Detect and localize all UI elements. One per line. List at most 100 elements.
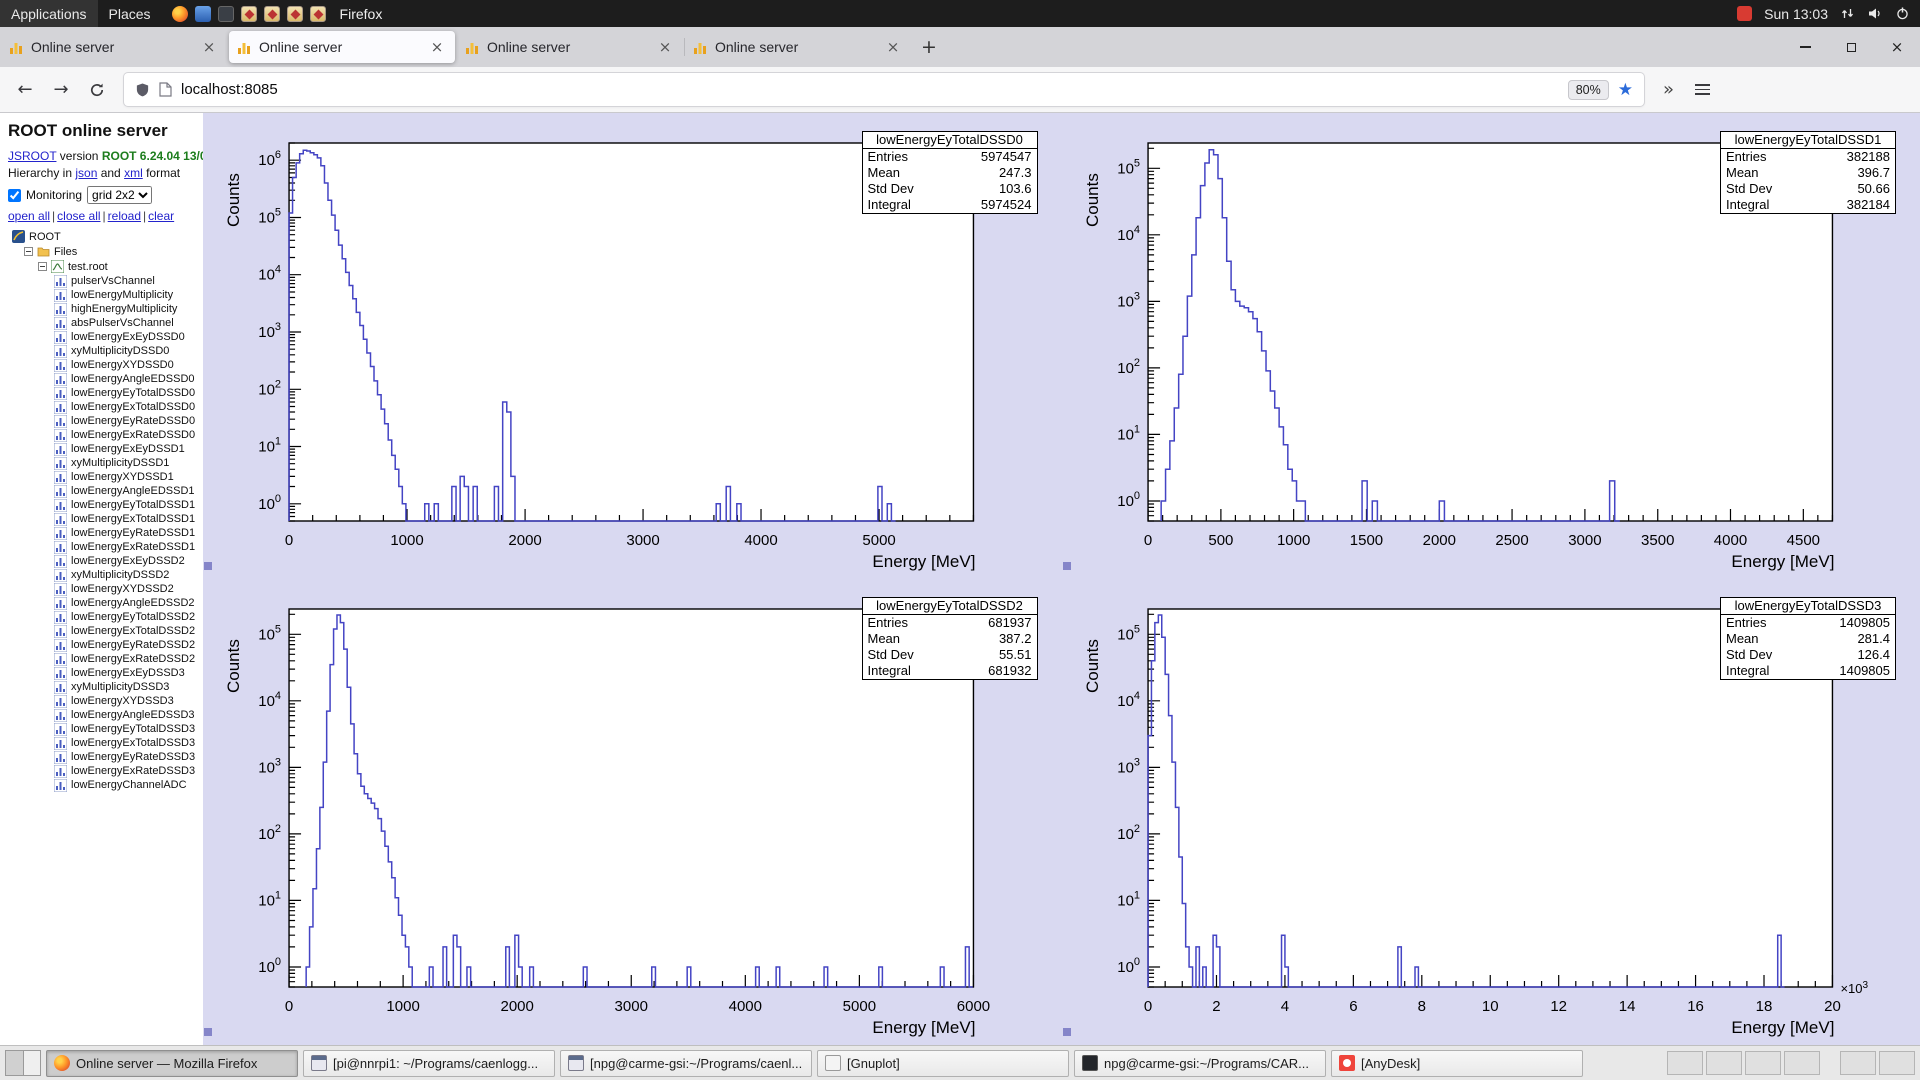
tree-node-file[interactable]: test.root bbox=[8, 259, 203, 274]
pad-resize-handle[interactable] bbox=[204, 1028, 212, 1036]
overflow-menu-button[interactable]: » bbox=[1654, 79, 1683, 100]
json-link[interactable]: json bbox=[75, 166, 97, 180]
network-icon[interactable] bbox=[1840, 6, 1855, 21]
clear-link[interactable]: clear bbox=[148, 209, 174, 223]
tree-item[interactable]: lowEnergyXYDSSD1 bbox=[8, 470, 203, 484]
close-all-link[interactable]: close all bbox=[57, 209, 100, 223]
tree-item[interactable]: lowEnergyEyRateDSSD1 bbox=[8, 526, 203, 540]
tree-item[interactable]: pulserVsChannel bbox=[8, 274, 203, 288]
tree-item[interactable]: lowEnergyChannelADC bbox=[8, 778, 203, 792]
pad-resize-handle[interactable] bbox=[204, 562, 212, 570]
places-menu[interactable]: Places bbox=[98, 0, 162, 27]
anydesk-indicator-icon[interactable] bbox=[1737, 6, 1753, 21]
new-tab-button[interactable]: + bbox=[912, 27, 946, 67]
grid-select[interactable]: grid 2x2 bbox=[87, 186, 153, 204]
tab-close-icon[interactable]: × bbox=[199, 37, 219, 57]
xml-link[interactable]: xml bbox=[124, 166, 143, 180]
tab-online-server-2[interactable]: Online server × bbox=[229, 31, 455, 63]
tree-item[interactable]: lowEnergyEyTotalDSSD0 bbox=[8, 386, 203, 400]
tab-close-icon[interactable]: × bbox=[655, 37, 675, 57]
power-icon[interactable] bbox=[1895, 6, 1910, 21]
tree-item[interactable]: lowEnergyMultiplicity bbox=[8, 288, 203, 302]
url-bar[interactable]: localhost:8085 80% ★ bbox=[124, 73, 1644, 106]
tree-item[interactable]: xyMultiplicityDSSD2 bbox=[8, 568, 203, 582]
hamburger-menu-button[interactable] bbox=[1685, 74, 1719, 106]
tray-slot[interactable] bbox=[1840, 1051, 1876, 1075]
shield-icon[interactable] bbox=[135, 82, 150, 98]
tray-slot[interactable] bbox=[1879, 1051, 1915, 1075]
workspace-switcher[interactable] bbox=[5, 1050, 41, 1076]
tree-item[interactable]: lowEnergyEyTotalDSSD2 bbox=[8, 610, 203, 624]
tree-item[interactable]: lowEnergyExTotalDSSD2 bbox=[8, 624, 203, 638]
tree-item[interactable]: lowEnergyExEyDSSD0 bbox=[8, 330, 203, 344]
tree-item[interactable]: lowEnergyXYDSSD2 bbox=[8, 582, 203, 596]
stats-box-2[interactable]: lowEnergyEyTotalDSSD2 Entries 681937 Mean… bbox=[861, 597, 1038, 680]
volume-icon[interactable] bbox=[1867, 6, 1883, 21]
stats-box-1[interactable]: lowEnergyEyTotalDSSD1 Entries 382188 Mean… bbox=[1720, 131, 1896, 214]
tree-item[interactable]: lowEnergyAngleEDSSD1 bbox=[8, 484, 203, 498]
tree-item[interactable]: lowEnergyEyRateDSSD2 bbox=[8, 638, 203, 652]
back-button[interactable]: ← bbox=[8, 74, 42, 106]
app-launcher-icon[interactable] bbox=[240, 5, 257, 22]
applications-menu[interactable]: Applications bbox=[0, 0, 98, 27]
terminal-launcher-icon[interactable] bbox=[217, 5, 234, 22]
tree-item[interactable]: lowEnergyExTotalDSSD3 bbox=[8, 736, 203, 750]
tree-node-files[interactable]: Files bbox=[8, 244, 203, 259]
tab-online-server-1[interactable]: Online server × bbox=[1, 31, 227, 63]
tab-close-icon[interactable]: × bbox=[883, 37, 903, 57]
reload-button[interactable] bbox=[80, 74, 114, 106]
app-launcher-icon[interactable] bbox=[263, 5, 280, 22]
tree-item[interactable]: lowEnergyAngleEDSSD2 bbox=[8, 596, 203, 610]
tree-item[interactable]: lowEnergyAngleEDSSD3 bbox=[8, 708, 203, 722]
forward-button[interactable]: → bbox=[44, 74, 78, 106]
tree-item[interactable]: xyMultiplicityDSSD3 bbox=[8, 680, 203, 694]
tree-item[interactable]: lowEnergyEyRateDSSD3 bbox=[8, 750, 203, 764]
taskbar-window-terminal-3[interactable]: npg@carme-gsi:~/Programs/CAR... bbox=[1074, 1049, 1326, 1077]
taskbar-window-terminal-1[interactable]: [pi@nnrpi1: ~/Programs/caenlogg... bbox=[303, 1049, 555, 1077]
tree-item[interactable]: lowEnergyEyRateDSSD0 bbox=[8, 414, 203, 428]
jsroot-link[interactable]: JSROOT bbox=[8, 149, 56, 163]
tree-item[interactable]: lowEnergyXYDSSD0 bbox=[8, 358, 203, 372]
tree-item[interactable]: lowEnergyXYDSSD3 bbox=[8, 694, 203, 708]
tree-item[interactable]: lowEnergyExRateDSSD3 bbox=[8, 764, 203, 778]
tray-slot[interactable] bbox=[1667, 1051, 1703, 1075]
tree-item[interactable]: lowEnergyExTotalDSSD0 bbox=[8, 400, 203, 414]
bookmark-star-icon[interactable]: ★ bbox=[1618, 80, 1633, 100]
minimize-button[interactable] bbox=[1782, 27, 1828, 67]
clock[interactable]: Sun 13:03 bbox=[1764, 6, 1828, 22]
tray-slot[interactable] bbox=[1706, 1051, 1742, 1075]
tree-node-root[interactable]: ROOT bbox=[8, 229, 203, 244]
tab-online-server-4[interactable]: Online server × bbox=[684, 31, 911, 63]
taskbar-window-firefox[interactable]: Online server — Mozilla Firefox bbox=[46, 1049, 298, 1077]
tree-item[interactable]: absPulserVsChannel bbox=[8, 316, 203, 330]
zoom-indicator[interactable]: 80% bbox=[1567, 79, 1609, 100]
tree-item[interactable]: lowEnergyExEyDSSD1 bbox=[8, 442, 203, 456]
tab-online-server-3[interactable]: Online server × bbox=[457, 31, 683, 63]
tray-slot[interactable] bbox=[1745, 1051, 1781, 1075]
tab-close-icon[interactable]: × bbox=[427, 37, 447, 57]
collapse-icon[interactable] bbox=[24, 247, 33, 256]
stats-box-3[interactable]: lowEnergyEyTotalDSSD3 Entries 1409805 Mea… bbox=[1720, 597, 1896, 680]
tray-slot[interactable] bbox=[1784, 1051, 1820, 1075]
firefox-launcher-icon[interactable] bbox=[171, 5, 188, 22]
tree-item[interactable]: lowEnergyExTotalDSSD1 bbox=[8, 512, 203, 526]
monitoring-checkbox[interactable] bbox=[8, 188, 21, 202]
tree-item[interactable]: xyMultiplicityDSSD0 bbox=[8, 344, 203, 358]
tree-item[interactable]: highEnergyMultiplicity bbox=[8, 302, 203, 316]
open-all-link[interactable]: open all bbox=[8, 209, 50, 223]
close-button[interactable]: × bbox=[1874, 27, 1920, 67]
taskbar-window-terminal-2[interactable]: [npg@carme-gsi:~/Programs/caenl... bbox=[560, 1049, 812, 1077]
app-launcher-icon[interactable] bbox=[286, 5, 303, 22]
reload-link[interactable]: reload bbox=[108, 209, 141, 223]
pad-resize-handle[interactable] bbox=[1062, 1028, 1071, 1036]
app-launcher-icon[interactable] bbox=[309, 5, 326, 22]
page-info-icon[interactable] bbox=[159, 82, 172, 97]
tree-item[interactable]: lowEnergyExEyDSSD2 bbox=[8, 554, 203, 568]
tree-item[interactable]: xyMultiplicityDSSD1 bbox=[8, 456, 203, 470]
url-text[interactable]: localhost:8085 bbox=[181, 81, 1559, 98]
tree-item[interactable]: lowEnergyEyTotalDSSD1 bbox=[8, 498, 203, 512]
taskbar-window-gnuplot[interactable]: [Gnuplot] bbox=[817, 1049, 1069, 1077]
collapse-icon[interactable] bbox=[38, 262, 47, 271]
tree-item[interactable]: lowEnergyExRateDSSD0 bbox=[8, 428, 203, 442]
tree-item[interactable]: lowEnergyExEyDSSD3 bbox=[8, 666, 203, 680]
